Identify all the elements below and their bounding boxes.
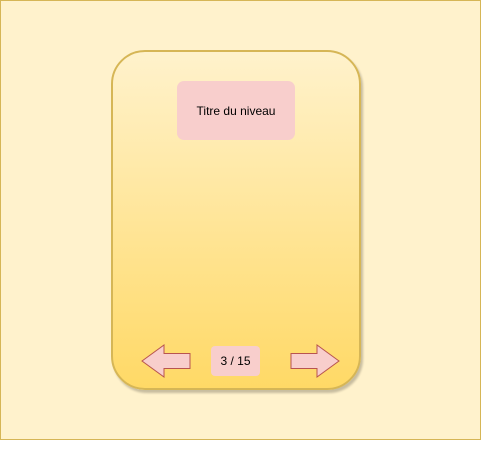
page-indicator: 3 / 15 <box>211 346 260 376</box>
arrow-left-icon[interactable] <box>141 344 191 378</box>
page-indicator-label: 3 / 15 <box>220 354 251 368</box>
arrow-right-icon[interactable] <box>290 344 340 378</box>
level-title-label: Titre du niveau <box>196 103 276 118</box>
level-title: Titre du niveau <box>177 81 295 140</box>
